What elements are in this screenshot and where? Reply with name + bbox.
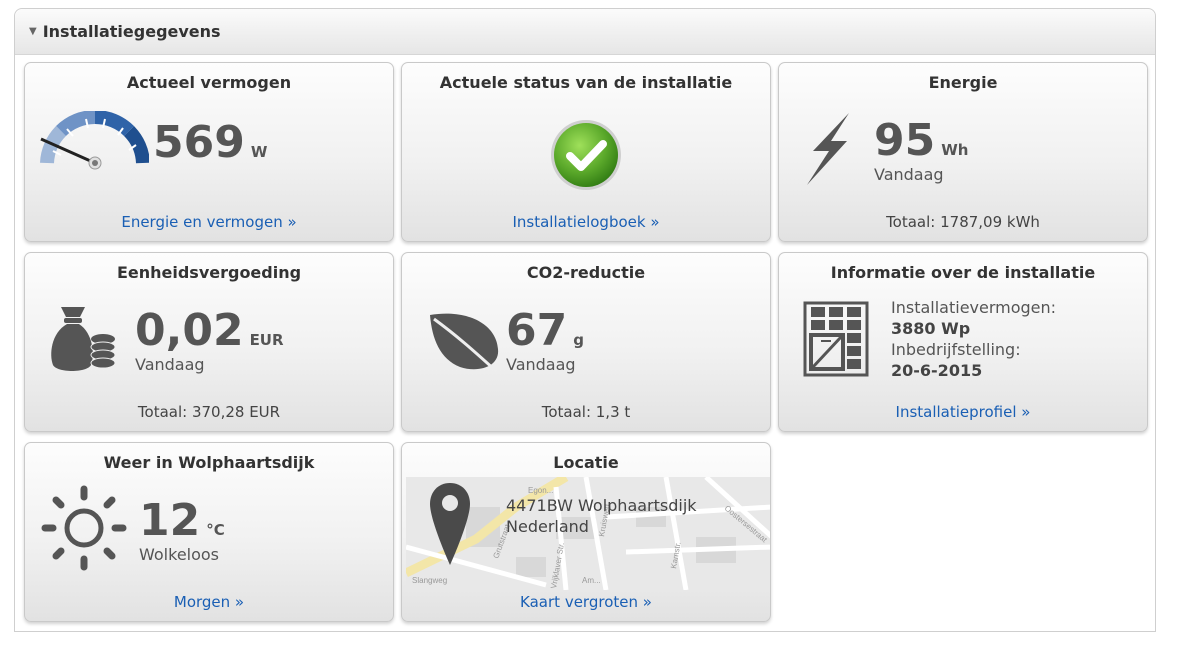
tile-location: Locatie Egon... Grutstraat Kruisweg Vrij…	[401, 442, 771, 622]
capacity-value: 3880 Wp	[891, 319, 971, 338]
compensation-value: 0,02	[135, 305, 244, 356]
leaf-icon	[430, 313, 499, 373]
location-map[interactable]: Egon... Grutstraat Kruisweg Vrijklaver S…	[406, 477, 770, 590]
enlarge-map-link[interactable]: Kaart vergroten »	[402, 593, 770, 611]
street-label: Slangweg	[412, 576, 447, 585]
tile-title: Eenheidsvergoeding	[116, 263, 302, 282]
energy-value: 95	[874, 115, 936, 166]
energy-total: Totaal: 1787,09 kWh	[886, 213, 1040, 231]
tile-co2-reduction: CO2-reductie 67 g Vandaag Totaal: 1,3 t	[401, 252, 771, 432]
weather-condition: Wolkeloos	[139, 545, 220, 564]
commissioning-value: 20-6-2015	[891, 361, 983, 380]
tile-title: Informatie over de installatie	[830, 263, 1096, 282]
tile-installation-info: Informatie over de installatie Installat…	[778, 252, 1148, 432]
map-pin-icon	[430, 483, 470, 565]
compensation-total: Totaal: 370,28 EUR	[137, 403, 281, 421]
capacity-label: Installatievermogen:	[891, 298, 1057, 317]
installation-data-panel: ▼ Installatiegegevens Actueel vermogen 5…	[14, 8, 1156, 632]
power-unit: W	[250, 143, 268, 161]
money-bag-icon	[51, 307, 116, 371]
lightning-icon	[807, 113, 849, 185]
address-line-2: Nederland	[506, 517, 589, 536]
panel-title: Installatiegegevens	[42, 22, 221, 41]
compensation-sub: Vandaag	[135, 355, 205, 374]
tile-title: Actuele status van de installatie	[439, 73, 733, 92]
tile-title: Locatie	[553, 453, 619, 472]
compensation-unit: EUR	[249, 331, 284, 349]
co2-value: 67	[506, 305, 568, 356]
installation-profile-link[interactable]: Installatieprofiel »	[779, 403, 1147, 421]
tile-energy: Energie 95 Wh Vandaag Totaal: 1787,09 kWh	[778, 62, 1148, 242]
energy-sub: Vandaag	[874, 165, 944, 184]
temperature-value: 12	[139, 495, 201, 546]
sun-icon	[41, 485, 127, 571]
tile-compensation: Eenheidsvergoeding 0,02 EUR Vandaag Totaa…	[24, 252, 394, 432]
tile-current-power: Actueel vermogen 569 W Energie en vermoge…	[24, 62, 394, 242]
tile-installation-status: Actuele status van de installatie Instal…	[401, 62, 771, 242]
co2-total: Totaal: 1,3 t	[541, 403, 631, 421]
gauge-icon	[40, 111, 149, 170]
caret-down-icon[interactable]: ▼	[29, 26, 37, 37]
temperature-unit: °C	[206, 521, 225, 539]
tile-title: Actueel vermogen	[126, 73, 292, 92]
commissioning-label: Inbedrijfstelling:	[891, 340, 1021, 359]
solar-panel-icon	[803, 301, 869, 377]
tile-title: CO2-reductie	[526, 263, 646, 282]
check-circle-icon	[551, 120, 621, 190]
street-label: Egon...	[528, 486, 553, 495]
tile-title: Energie	[928, 73, 998, 92]
panel-header[interactable]: ▼ Installatiegegevens	[15, 9, 1155, 55]
co2-sub: Vandaag	[506, 355, 576, 374]
installation-log-link[interactable]: Installatielogboek »	[402, 213, 770, 231]
energy-and-power-link[interactable]: Energie en vermogen »	[25, 213, 393, 231]
tile-weather: Weer in Wolphaartsdijk 12 °C Wolkeloos Mo…	[24, 442, 394, 622]
co2-unit: g	[573, 331, 584, 349]
address-line-1: 4471BW Wolphaartsdijk	[506, 496, 697, 515]
tile-title: Weer in Wolphaartsdijk	[103, 453, 315, 472]
power-value: 569	[153, 117, 245, 168]
energy-unit: Wh	[941, 141, 969, 159]
tomorrow-link[interactable]: Morgen »	[25, 593, 393, 611]
street-label: Am...	[582, 576, 601, 585]
